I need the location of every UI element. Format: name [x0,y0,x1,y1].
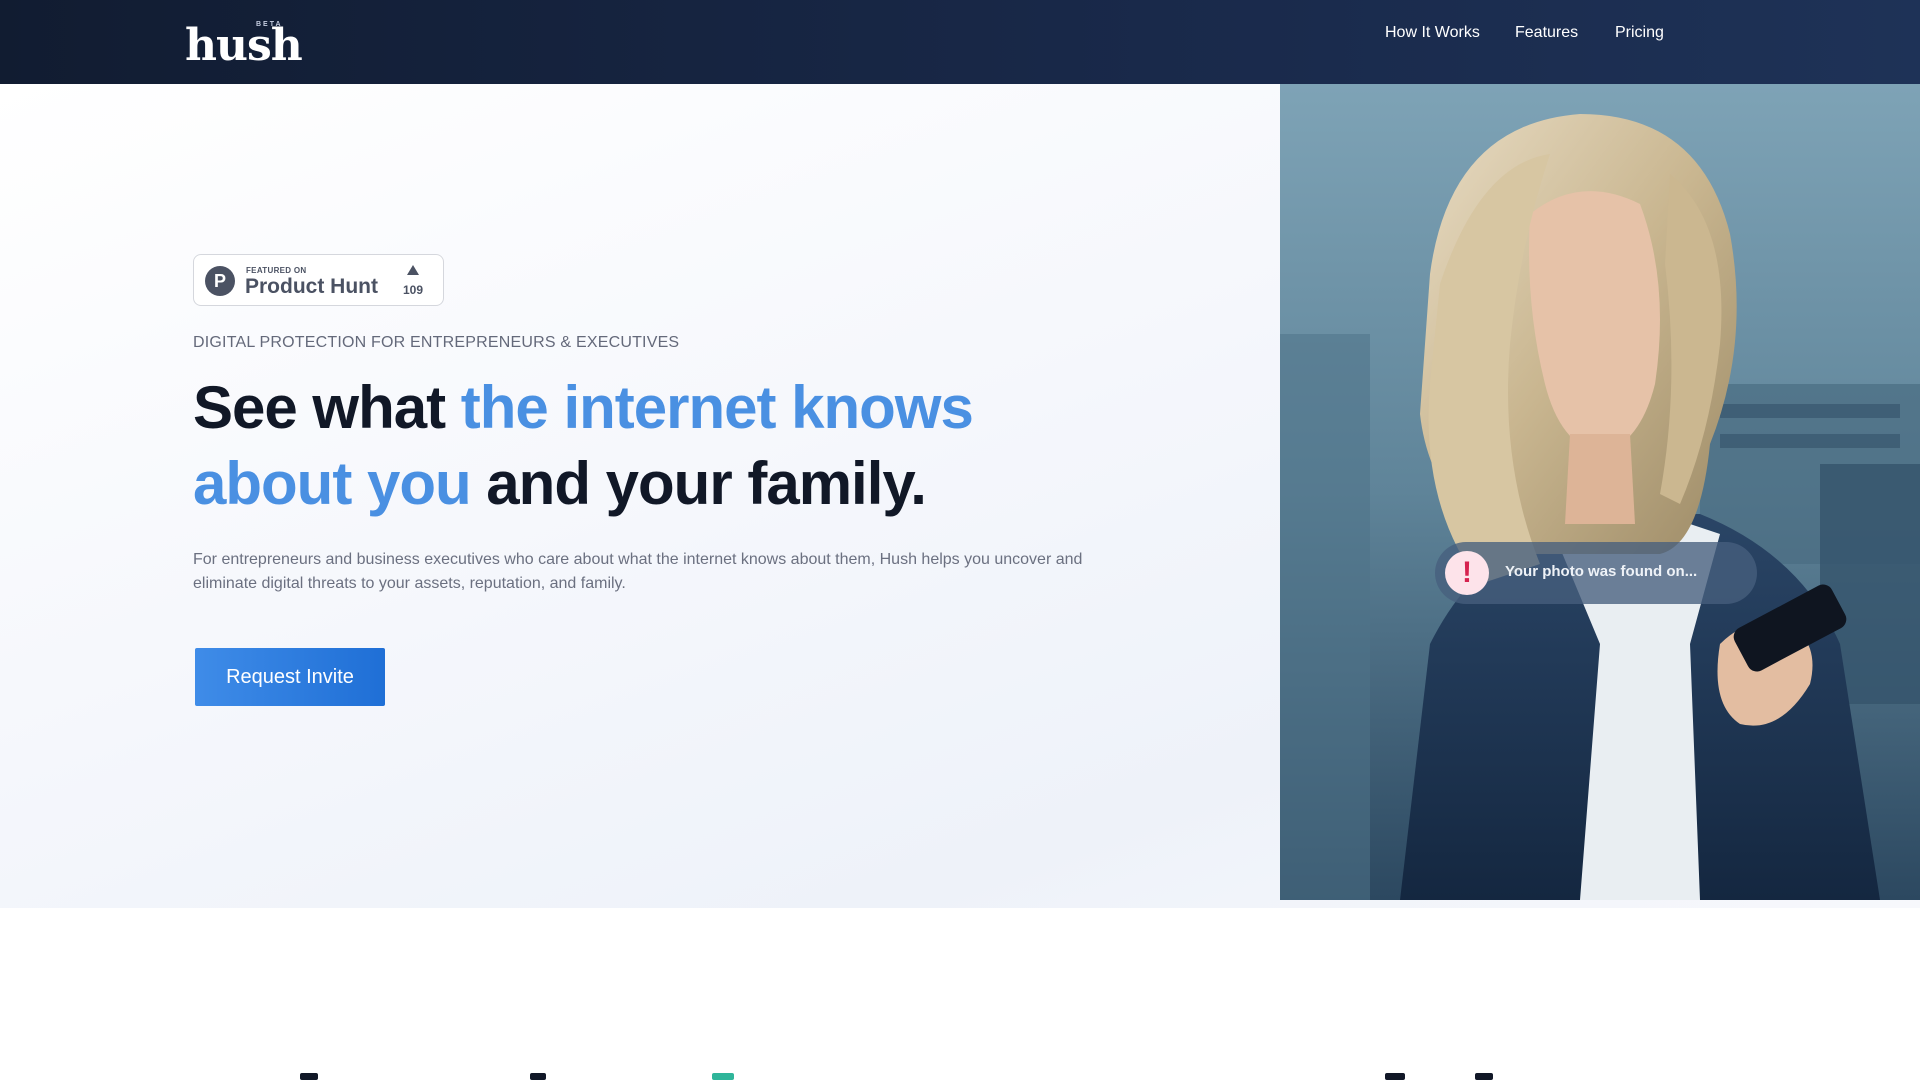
heading-glyph-fragment [530,1073,546,1080]
upvote-arrow-icon [407,265,419,275]
hero-headline: See what the internet knows about you an… [193,370,1093,522]
hero-description: For entrepreneurs and business executive… [193,551,1083,592]
headline-part-1: See what [193,374,461,441]
hero-content: P FEATURED ON Product Hunt 109 DIGITAL P… [0,84,1280,908]
nav-link-pricing[interactable]: Pricing [1615,23,1664,43]
nav-link-how-it-works[interactable]: How It Works [1385,23,1480,43]
woman-with-phone-illustration [1280,84,1920,900]
nav-link-features[interactable]: Features [1515,23,1578,43]
logo-wordmark: hush [185,20,303,71]
upvote-count: 109 [402,283,424,297]
top-navigation-bar: hush BETA How It Works Features Pricing [0,0,1920,84]
hush-logo[interactable]: hush BETA [185,20,305,71]
next-section-preview [0,908,1920,1080]
alert-toast: ! Your photo was found on... [1435,542,1757,604]
hero-eyebrow: DIGITAL PROTECTION FOR ENTREPRENEURS & E… [193,334,680,351]
alert-exclamation-icon: ! [1445,551,1489,595]
headline-part-2: and your family. [470,450,927,517]
hero-photo: ! Your photo was found on... [1280,84,1920,900]
beta-badge: BETA [256,21,283,28]
featured-on-label: FEATURED ON [246,266,307,275]
heading-glyph-fragment [712,1073,734,1080]
heading-glyph-fragment [1475,1073,1493,1080]
request-invite-button[interactable]: Request Invite [195,648,385,706]
product-hunt-badge[interactable]: P FEATURED ON Product Hunt 109 [193,254,444,306]
heading-glyph-fragment [1385,1073,1405,1080]
heading-glyph-fragment [300,1073,318,1080]
product-hunt-name: Product Hunt [245,275,378,298]
hero-section: P FEATURED ON Product Hunt 109 DIGITAL P… [0,84,1920,908]
product-hunt-logo-icon: P [205,266,235,296]
alert-toast-text: Your photo was found on... [1505,563,1698,580]
